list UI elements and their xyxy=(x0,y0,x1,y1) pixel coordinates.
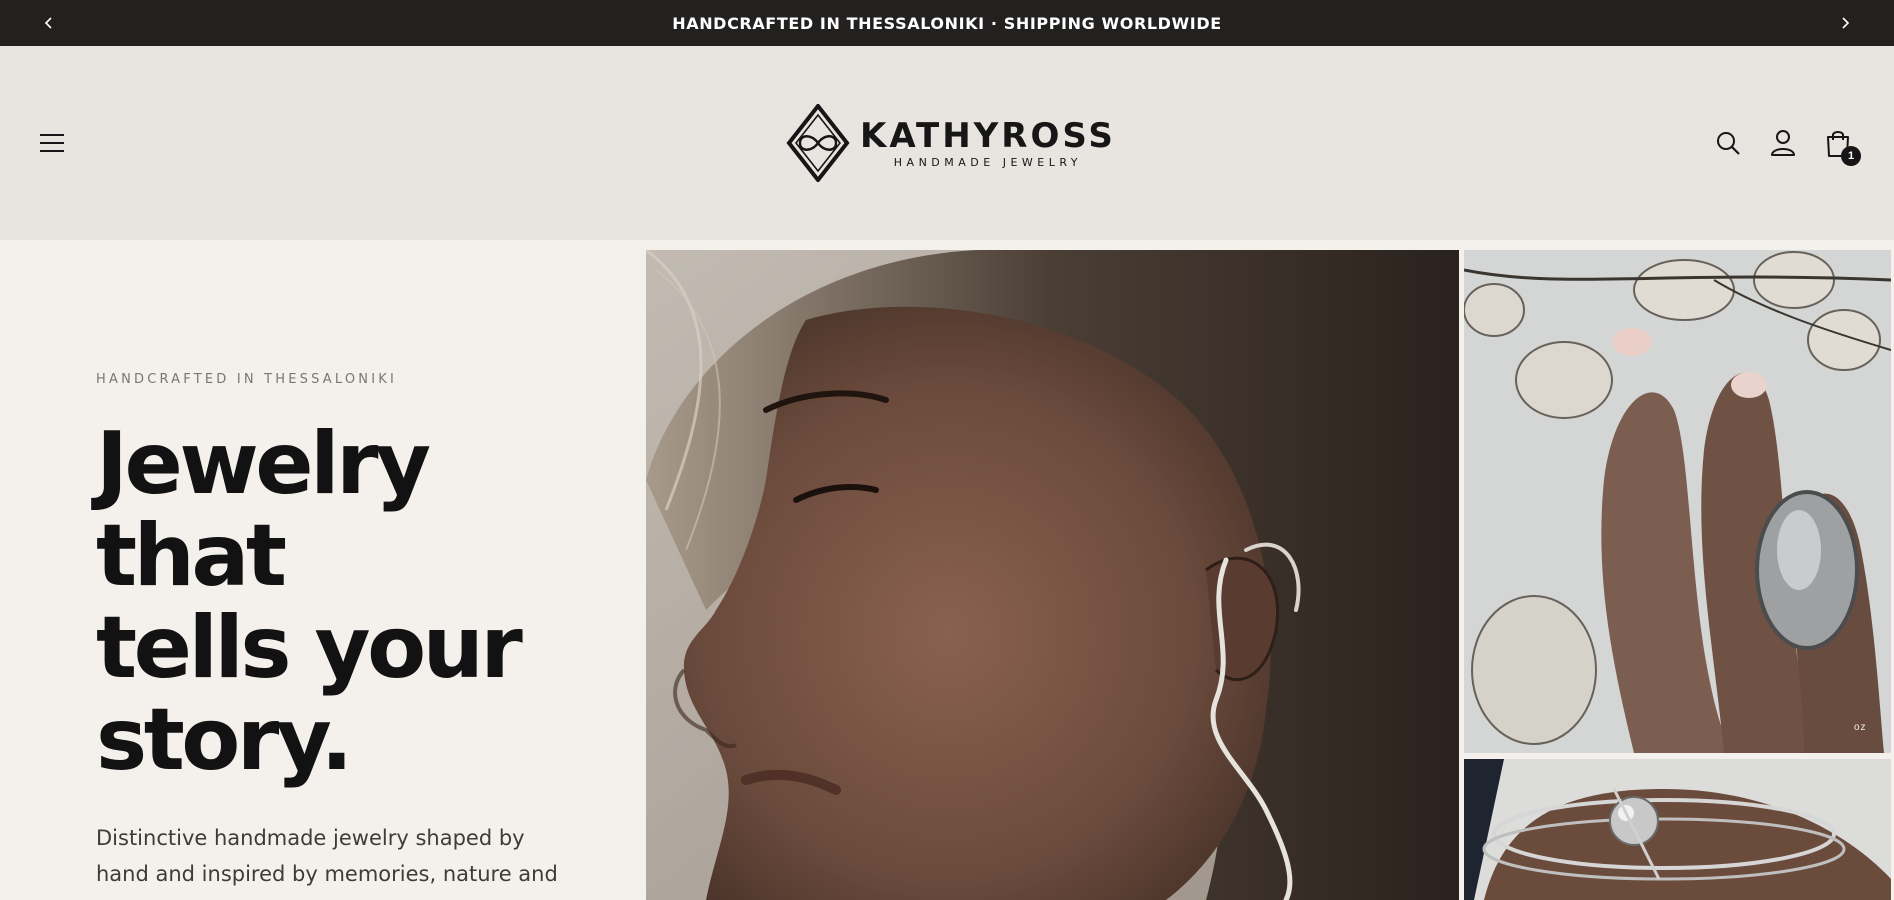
chevron-left-icon xyxy=(44,17,52,29)
logo-mark-icon xyxy=(786,104,850,182)
cart-button[interactable]: 1 xyxy=(1821,126,1861,166)
menu-button[interactable] xyxy=(36,128,68,158)
hero-title-line: tells your xyxy=(96,598,523,698)
search-button[interactable] xyxy=(1711,126,1745,160)
site-logo[interactable]: KATHYROSS HANDMADE JEWELRY xyxy=(786,104,1116,182)
ring-photo: oz xyxy=(1464,250,1891,753)
search-icon xyxy=(1717,132,1740,155)
hero-title-line: that xyxy=(96,506,287,606)
hero-title-line: Jewelry xyxy=(96,414,431,514)
logo-wordmark: KATHYROSS HANDMADE JEWELRY xyxy=(860,118,1116,169)
announcement-next-button[interactable] xyxy=(1832,10,1858,36)
hero-description: Distinctive handmade jewelry shaped by h… xyxy=(96,826,558,886)
hero-title-line: story. xyxy=(96,690,353,790)
announcement-bar: HANDCRAFTED IN THESSALONIKI · SHIPPING W… xyxy=(0,0,1894,46)
ring-photo-caption: oz xyxy=(1854,722,1867,733)
cart-count-badge: 1 xyxy=(1841,146,1861,166)
hamburger-menu-icon xyxy=(40,134,64,152)
site-header: KATHYROSS HANDMADE JEWELRY 1 xyxy=(0,46,1894,240)
hero-eyebrow: HANDCRAFTED IN THESSALONIKI xyxy=(96,372,398,387)
hero-portrait-photo xyxy=(646,250,1459,900)
hero-title: Jewelry that tells your story. xyxy=(96,418,616,786)
account-button[interactable] xyxy=(1766,126,1800,160)
logo-tagline: HANDMADE JEWELRY xyxy=(893,155,1083,169)
cuff-photo xyxy=(1464,759,1891,900)
logo-name: KATHYROSS xyxy=(860,115,1116,156)
announcement-prev-button[interactable] xyxy=(36,10,62,36)
chevron-right-icon xyxy=(1842,17,1850,29)
account-icon xyxy=(1771,130,1795,156)
announcement-text: HANDCRAFTED IN THESSALONIKI · SHIPPING W… xyxy=(672,13,1222,33)
